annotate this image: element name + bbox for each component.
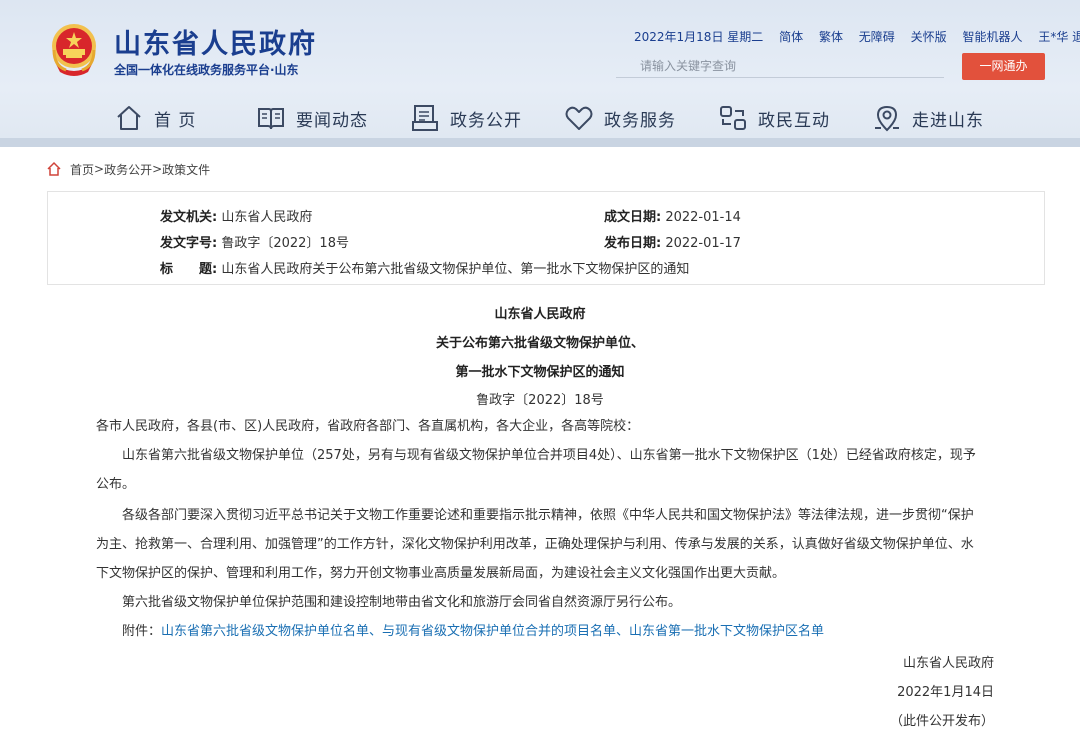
docno-row: 发文字号: 鲁政字〔2022〕18号 xyxy=(160,232,349,251)
nav-interaction[interactable]: 政民互动 xyxy=(718,100,830,136)
home-icon[interactable] xyxy=(46,161,62,177)
top-links: 2022年1月18日 星期二 简体 繁体 无障碍 关怀版 智能机器人 王*华 退… xyxy=(634,28,1080,45)
date-made-label: 成文日期: xyxy=(604,210,662,225)
issuer-row: 发文机关: 山东省人民政府 xyxy=(160,206,312,225)
nav-interaction-label: 政民互动 xyxy=(758,110,830,131)
doc-heading-line1: 关于公布第六批省级文物保护单位、 xyxy=(435,336,644,351)
date-pub-row: 发布日期: 2022-01-17 xyxy=(604,232,741,251)
nav-open-gov-label: 政务公开 xyxy=(450,110,522,131)
robot-link[interactable]: 智能机器人 xyxy=(962,30,1022,44)
nav-home-label: 首 页 xyxy=(154,110,197,131)
doc-number: 鲁政字〔2022〕18号 xyxy=(476,393,604,408)
national-emblem-icon[interactable] xyxy=(46,20,102,78)
title-row: 标 题: 山东省人民政府关于公布第六批省级文物保护单位、第一批水下文物保护区的通… xyxy=(160,258,689,277)
paragraph-3: 第六批省级文物保护单位保护范围和建设控制地带由省文化和旅游厅会同省自然资源厅另行… xyxy=(122,595,682,610)
docno-label: 发文字号: xyxy=(160,236,218,251)
breadcrumb-policy-docs[interactable]: 政策文件 xyxy=(162,161,210,178)
docno-value: 鲁政字〔2022〕18号 xyxy=(221,236,349,251)
nav-about-shandong-label: 走进山东 xyxy=(912,110,984,131)
title-value: 山东省人民政府关于公布第六批省级文物保护单位、第一批水下文物保护区的通知 xyxy=(221,262,690,277)
heart-icon xyxy=(565,106,593,130)
search-input[interactable] xyxy=(616,54,944,78)
breadcrumb-home[interactable]: 首页 xyxy=(70,161,94,178)
signature-date: 2022年1月14日 xyxy=(897,685,994,700)
doc-heading-line2: 第一批水下文物保护区的通知 xyxy=(455,365,625,380)
document-icon xyxy=(412,105,438,131)
book-icon xyxy=(258,108,284,130)
date-made-value: 2022-01-14 xyxy=(665,210,741,225)
paragraph-1: 山东省第六批省级文物保护单位（257处，另有与现有省级文物保护单位合并项目4处）… xyxy=(96,448,976,492)
site-subtitle: 全国一体化在线政务服务平台·山东 xyxy=(114,63,299,77)
date-pub-label: 发布日期: xyxy=(604,236,662,251)
attachments-link[interactable]: 山东省第六批省级文物保护单位名单、与现有省级文物保护单位合并的项目名单、山东省第… xyxy=(161,624,824,639)
accessibility-link[interactable]: 无障碍 xyxy=(859,30,895,44)
paragraph-2: 各级各部门要深入贯彻习近平总书记关于文物工作重要论述和重要指示批示精神，依照《中… xyxy=(96,508,974,581)
simplified-link[interactable]: 简体 xyxy=(779,30,803,44)
home-icon xyxy=(117,106,141,130)
date-text: 2022年1月18日 星期二 xyxy=(634,30,764,44)
care-mode-link[interactable]: 关怀版 xyxy=(911,30,947,44)
breadcrumb-open-gov[interactable]: 政务公开 xyxy=(104,161,152,178)
nav-services-label: 政务服务 xyxy=(604,110,676,131)
main-nav: 首 页 要闻动态 政务公开 政务服务 政民互动 走进山东 xyxy=(0,96,1080,138)
nav-open-gov[interactable]: 政务公开 xyxy=(410,100,522,136)
nav-news-label: 要闻动态 xyxy=(296,110,368,131)
signature-org: 山东省人民政府 xyxy=(902,656,994,671)
site-title[interactable]: 山东省人民政府 xyxy=(114,22,317,61)
header-divider xyxy=(0,138,1080,147)
attachments-paragraph: 附件：山东省第六批省级文物保护单位名单、与现有省级文物保护单位合并的项目名单、山… xyxy=(96,617,976,646)
date-pub-value: 2022-01-17 xyxy=(665,236,741,251)
attachments-label: 附件： xyxy=(122,624,162,639)
one-stop-service-button[interactable]: 一网通办 xyxy=(962,53,1045,80)
exchange-icon xyxy=(720,106,746,130)
title-label: 标 题: xyxy=(160,262,218,277)
breadcrumb: 首页 > 政务公开 > 政策文件 xyxy=(46,160,210,178)
nav-home[interactable]: 首 页 xyxy=(114,100,196,136)
nav-services[interactable]: 政务服务 xyxy=(564,100,676,136)
issuer-label: 发文机关: xyxy=(160,210,218,225)
publication-note: （此件公开发布） xyxy=(889,714,994,729)
recipients-paragraph: 各市人民政府，各县(市、区)人民政府，省政府各部门、各直属机构，各大企业，各高等… xyxy=(96,419,640,434)
issuer-value: 山东省人民政府 xyxy=(221,210,313,225)
document-info-box: 发文机关: 山东省人民政府 成文日期: 2022-01-14 发文字号: 鲁政字… xyxy=(47,191,1045,285)
nav-about-shandong[interactable]: 走进山东 xyxy=(872,100,984,136)
doc-heading-issuer: 山东省人民政府 xyxy=(494,307,586,322)
traditional-link[interactable]: 繁体 xyxy=(819,30,843,44)
date-made-row: 成文日期: 2022-01-14 xyxy=(604,206,741,225)
location-pin-icon xyxy=(875,105,899,132)
nav-news[interactable]: 要闻动态 xyxy=(256,100,368,136)
site-header: 山东省人民政府 全国一体化在线政务服务平台·山东 2022年1月18日 星期二 … xyxy=(0,0,1080,147)
user-logout-link[interactable]: 王*华 退出 xyxy=(1038,30,1080,44)
